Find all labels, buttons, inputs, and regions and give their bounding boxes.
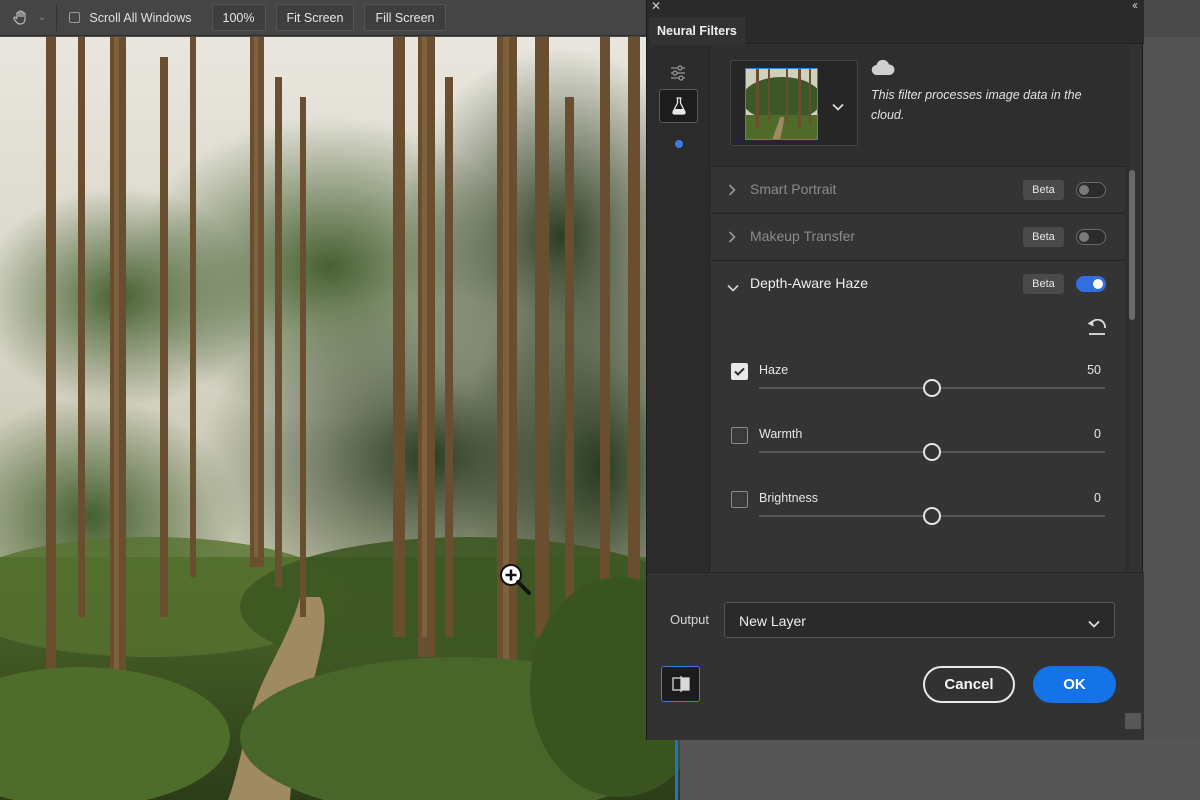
filter-name: Smart Portrait bbox=[750, 181, 837, 197]
filter-toggle[interactable] bbox=[1076, 229, 1106, 245]
param-haze: Haze 50 bbox=[711, 363, 1125, 423]
document-canvas[interactable] bbox=[0, 37, 680, 800]
sliders-icon[interactable] bbox=[670, 65, 686, 86]
filter-content-area: This filter processes image data in the … bbox=[711, 45, 1129, 572]
slider-thumb[interactable] bbox=[923, 443, 941, 461]
filter-row-makeup-transfer[interactable]: Makeup Transfer Beta bbox=[711, 213, 1125, 259]
chevron-down-icon[interactable] bbox=[832, 98, 844, 116]
param-label: Brightness bbox=[759, 491, 819, 505]
chevron-right-icon[interactable] bbox=[728, 230, 736, 248]
workspace-background-bottom bbox=[680, 740, 1200, 800]
scroll-all-windows-label: Scroll All Windows bbox=[89, 10, 192, 25]
depth-aware-haze-settings: Haze 50 Warmth 0 Brightness 0 bbox=[711, 306, 1125, 572]
filter-category-rail bbox=[647, 45, 710, 572]
panel-header-strip: ✕ ‹‹ bbox=[647, 0, 1144, 13]
param-label: Haze bbox=[759, 363, 789, 377]
param-value: 0 bbox=[1094, 491, 1101, 505]
filter-toggle[interactable] bbox=[1076, 182, 1106, 198]
param-value: 0 bbox=[1094, 427, 1101, 441]
beta-badge: Beta bbox=[1023, 227, 1064, 247]
filter-row-depth-aware-haze[interactable]: Depth-Aware Haze Beta bbox=[711, 260, 1125, 306]
output-dropdown[interactable]: New Layer bbox=[724, 602, 1115, 638]
divider bbox=[56, 4, 58, 31]
resize-handle[interactable] bbox=[1125, 713, 1141, 729]
beta-badge: Beta bbox=[1023, 274, 1064, 294]
filter-name: Depth-Aware Haze bbox=[750, 275, 869, 291]
ok-button[interactable]: OK bbox=[1033, 666, 1116, 703]
hand-tool-icon[interactable] bbox=[6, 0, 36, 36]
chevron-down-icon bbox=[1088, 615, 1100, 633]
panel-footer: Output New Layer Cancel OK bbox=[647, 572, 1144, 740]
preview-selector[interactable] bbox=[730, 60, 858, 146]
cloud-notice-text: This filter processes image data in the … bbox=[871, 88, 1082, 122]
panel-tab-bar: Neural Filters bbox=[647, 12, 1144, 44]
param-value: 50 bbox=[1087, 363, 1101, 377]
beta-badge: Beta bbox=[1023, 180, 1064, 200]
collapse-icon[interactable]: ‹‹ bbox=[1132, 0, 1138, 12]
compare-icon[interactable] bbox=[661, 666, 700, 702]
active-indicator-dot bbox=[675, 140, 683, 148]
zoom-in-cursor-icon bbox=[497, 561, 533, 602]
flask-icon[interactable] bbox=[659, 89, 698, 123]
reset-icon[interactable] bbox=[1086, 318, 1108, 342]
panel-scrollbar[interactable] bbox=[1129, 170, 1135, 320]
zoom-100-button[interactable]: 100% bbox=[211, 4, 266, 31]
haze-checkbox[interactable] bbox=[731, 363, 748, 380]
cancel-button[interactable]: Cancel bbox=[923, 666, 1015, 703]
scroll-all-windows-checkbox[interactable] bbox=[69, 12, 81, 23]
forest-photo bbox=[0, 37, 680, 800]
neural-filters-panel: ✕ ‹‹ Neural Filters This filter processe… bbox=[646, 0, 1144, 740]
fill-screen-button[interactable]: Fill Screen bbox=[364, 4, 446, 31]
cloud-icon bbox=[871, 59, 895, 81]
warmth-checkbox[interactable] bbox=[731, 427, 748, 444]
output-value: New Layer bbox=[739, 613, 806, 629]
filter-row-smart-portrait[interactable]: Smart Portrait Beta bbox=[711, 166, 1125, 212]
param-warmth: Warmth 0 bbox=[711, 427, 1125, 487]
photoshop-workspace: ⌄ Scroll All Windows 100% Fit Screen Fil… bbox=[0, 0, 1200, 800]
slider-thumb[interactable] bbox=[923, 379, 941, 397]
filter-toggle[interactable] bbox=[1076, 276, 1106, 292]
param-label: Warmth bbox=[759, 427, 803, 441]
workspace-background bbox=[1143, 37, 1200, 800]
filter-name: Makeup Transfer bbox=[750, 228, 856, 244]
options-bar: ⌄ Scroll All Windows 100% Fit Screen Fil… bbox=[0, 0, 646, 36]
fit-screen-button[interactable]: Fit Screen bbox=[275, 4, 355, 31]
param-brightness: Brightness 0 bbox=[711, 491, 1125, 551]
slider-thumb[interactable] bbox=[923, 507, 941, 525]
chevron-down-icon[interactable]: ⌄ bbox=[38, 12, 46, 23]
chevron-down-icon[interactable] bbox=[727, 279, 739, 297]
chevron-right-icon[interactable] bbox=[728, 183, 736, 201]
canvas-selection-edge bbox=[675, 737, 678, 800]
output-label: Output bbox=[670, 612, 710, 627]
brightness-checkbox[interactable] bbox=[731, 491, 748, 508]
preview-thumbnail bbox=[745, 68, 818, 140]
tab-neural-filters[interactable]: Neural Filters bbox=[649, 17, 745, 44]
